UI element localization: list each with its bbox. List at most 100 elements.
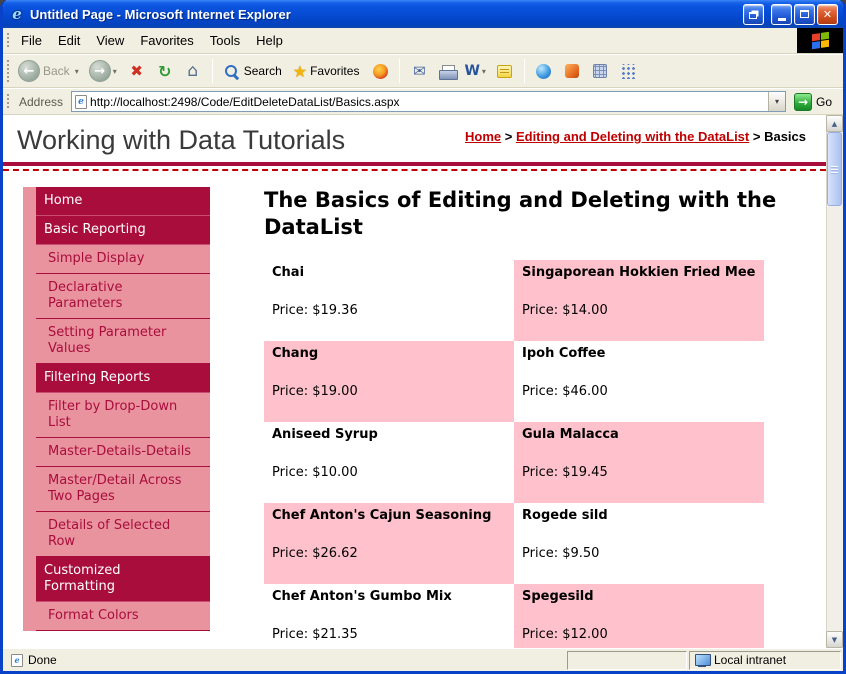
menu-help[interactable]: Help [248,29,291,52]
sidebar-item[interactable]: Format Colors [36,602,210,631]
sidebar-item[interactable]: Home [36,187,210,216]
page-title: The Basics of Editing and Deleting with … [264,188,777,239]
toolbar-separator [523,59,525,83]
home-button[interactable]: ⌂ [180,57,206,85]
maximize-button[interactable] [794,3,815,25]
toolbar-grip[interactable] [6,59,11,83]
edit-in-word-button[interactable]: W ▾ [462,57,489,85]
vertical-scrollbar[interactable]: ▲ ▼ [826,115,843,648]
close-button[interactable]: ✕ [817,3,838,25]
favorites-star-icon: ★ [292,61,308,81]
back-dropdown-icon[interactable]: ▾ [75,67,79,76]
sidebar-item[interactable]: Master-Details-Details [36,438,210,467]
status-text: Done [28,653,57,667]
scrollbar-track[interactable] [826,132,843,631]
mail-button[interactable]: ✉ [406,57,432,85]
media-button[interactable] [367,57,393,85]
sidebar-item[interactable]: Basic Reporting [36,216,210,245]
product-price: Price: $19.00 [272,384,358,399]
discuss-button[interactable] [492,57,518,85]
sidebar-item[interactable]: Simple Display [36,245,210,274]
calculator-icon [592,64,607,78]
go-label: Go [815,94,832,109]
sidebar-item[interactable]: Setting Parameter Values [36,319,210,364]
product-cell: Ipoh Coffee Price: $46.00 [514,341,764,422]
product-price: Price: $46.00 [522,384,608,399]
addressbar-grip[interactable] [6,93,11,110]
product-cell: Spegesild Price: $12.00 [514,584,764,648]
product-price: Price: $9.50 [522,546,600,561]
search-button[interactable]: Search [219,62,288,81]
favorites-label: Favorites [310,64,360,78]
stop-button[interactable]: ✖ [124,57,150,85]
windows-flag-icon [811,31,829,50]
product-name: Rogede sild [522,508,608,523]
page-body: Home Basic Reporting Simple Display Declara… [3,171,826,648]
sidebar-item[interactable]: Master/Detail Across Two Pages [36,467,210,512]
menu-file[interactable]: File [13,29,50,52]
scroll-up-button[interactable]: ▲ [826,115,843,132]
forward-dropdown-icon[interactable]: ▾ [113,67,117,76]
product-cell: Chef Anton's Cajun Seasoning Price: $26.6… [264,503,514,584]
product-cell: Rogede sild Price: $9.50 [514,503,764,584]
ie-logo-icon: e [12,5,22,23]
ie-brand-block [797,28,843,53]
address-dropdown-icon[interactable]: ▾ [767,92,785,111]
word-edit-icon: W [464,63,480,79]
sidebar-item[interactable]: Filtering Reports [36,364,210,393]
back-button[interactable]: ← Back ▾ [15,58,84,84]
grid-button[interactable] [615,57,641,85]
calculator-button[interactable] [587,57,613,85]
sidebar-item[interactable]: Customized Formatting [36,557,210,602]
zone-text: Local intranet [714,653,787,667]
address-combo[interactable]: e ▾ [71,91,786,112]
menu-edit[interactable]: Edit [50,29,88,52]
window-title: Untitled Page - Microsoft Internet Explo… [30,6,291,22]
product-name: Spegesild [522,589,594,604]
product-cell: Chang Price: $19.00 [264,341,514,422]
media-icon [372,63,388,79]
address-input[interactable] [87,94,768,109]
forward-icon: → [88,60,111,82]
refresh-button[interactable]: ↻ [152,57,178,85]
home-icon: ⌂ [187,61,199,81]
product-name: Aniseed Syrup [272,427,378,442]
security-zone-pane: Local intranet [689,650,841,670]
menu-tools[interactable]: Tools [202,29,248,52]
menu-view[interactable]: View [88,29,132,52]
scrollbar-thumb[interactable] [827,132,842,206]
breadcrumb-link[interactable]: Editing and Deleting with the DataList [516,129,749,144]
sidebar-item[interactable]: Declarative Parameters [36,274,210,319]
menubar-grip[interactable] [6,32,11,49]
breadcrumb-link[interactable]: Home [465,129,501,144]
product-cell: Aniseed Syrup Price: $10.00 [264,422,514,503]
product-price: Price: $26.62 [272,546,358,561]
product-price: Price: $14.00 [522,303,608,318]
edit-dropdown-icon[interactable]: ▾ [482,67,486,76]
go-button[interactable]: → Go [790,91,840,113]
product-name: Singaporean Hokkien Fried Mee [522,265,756,280]
favorites-button[interactable]: ★ Favorites [290,60,366,83]
maximize-icon [800,10,809,18]
forward-button[interactable]: → ▾ [86,58,122,84]
refresh-icon: ↻ [158,61,172,81]
scroll-down-button[interactable]: ▼ [826,631,843,648]
arrow-up-icon: ▲ [831,119,838,128]
menu-favorites[interactable]: Favorites [132,29,201,52]
research-button[interactable] [559,57,585,85]
sidebar-item[interactable]: Filter by Drop-Down List [36,393,210,438]
restore-icon [748,11,757,19]
address-bar: Address e ▾ → Go [3,88,843,115]
window-extra-button[interactable] [743,3,764,25]
print-button[interactable] [434,57,460,85]
product-cell: Chef Anton's Gumbo Mix Price: $21.35 [264,584,514,648]
product-name: Chef Anton's Cajun Seasoning [272,508,492,523]
product-name: Gula Malacca [522,427,619,442]
address-label: Address [19,94,64,109]
browser-window: e Untitled Page - Microsoft Internet Exp… [0,0,846,674]
messenger-button[interactable] [531,57,557,85]
done-page-icon: e [11,653,23,667]
minimize-button[interactable] [771,3,792,25]
sidebar-item[interactable]: Details of Selected Row [36,512,210,557]
product-grid: Chai Price: $19.36 Singaporean Hokkien Fri… [264,260,764,648]
